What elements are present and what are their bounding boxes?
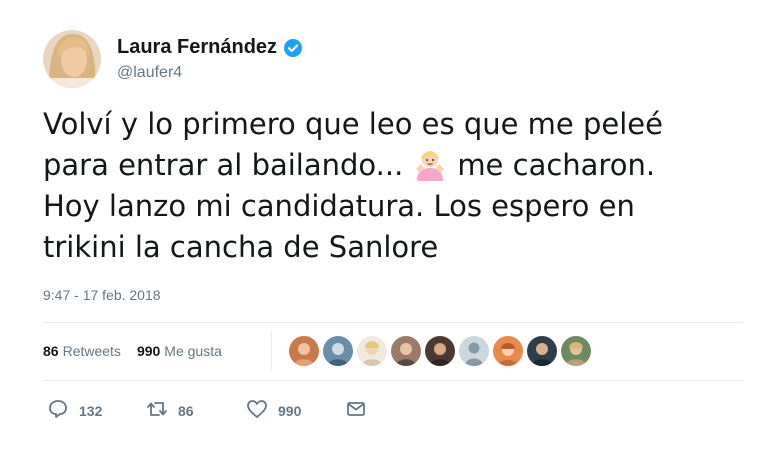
tweet-stats: 86 Retweets 990 Me gusta (43, 343, 222, 359)
liker-avatar[interactable] (425, 336, 455, 366)
like-button[interactable]: 990 (246, 398, 301, 423)
liker-avatars (289, 336, 591, 366)
reply-button[interactable]: 132 (47, 398, 102, 423)
liker-avatar[interactable] (357, 336, 387, 366)
liker-avatar[interactable] (323, 336, 353, 366)
envelope-icon (345, 398, 367, 423)
tweet-text-line: Hoy lanzo mi candidatura. Los espero en (43, 189, 635, 223)
likes-count: 990 (136, 343, 161, 359)
person-shrugging-emoji-icon (413, 147, 447, 181)
reply-count: 132 (79, 402, 103, 419)
liker-avatar[interactable] (527, 336, 557, 366)
heart-icon (246, 398, 268, 423)
tweet-actions: 132 86 990 (43, 398, 463, 422)
divider (43, 322, 743, 323)
tweet-text-fragment: para entrar al bailando... (43, 148, 404, 182)
divider (43, 380, 743, 381)
avatar[interactable] (43, 30, 101, 88)
user-handle[interactable]: @laufer4 (117, 64, 182, 82)
liker-avatar[interactable] (561, 336, 591, 366)
stats-divider (271, 331, 272, 371)
like-count: 990 (278, 402, 302, 419)
display-name[interactable]: Laura Fernández (117, 36, 277, 59)
reply-icon (47, 398, 69, 423)
tweet-text-fragment: me cacharon. (457, 148, 656, 182)
tweet-text-line: Volví y lo primero que leo es que me pel… (43, 107, 663, 141)
liker-avatar[interactable] (391, 336, 421, 366)
likes-stat[interactable]: 990 Me gusta (137, 343, 222, 359)
likes-label: Me gusta (164, 343, 222, 359)
tweet-text-line: trikini la cancha de Sanlore (43, 230, 439, 264)
retweet-count: 86 (178, 402, 194, 419)
verified-badge-icon (283, 38, 303, 58)
retweet-icon (146, 398, 168, 423)
retweets-count: 86 (43, 343, 59, 359)
tweet-text-line: para entrar al bailando... me cacharon. (43, 145, 733, 186)
tweet-card: Laura Fernández @laufer4 Volví y lo prim… (0, 0, 767, 458)
liker-avatar[interactable] (289, 336, 319, 366)
tweet-text: Volví y lo primero que leo es que me pel… (43, 104, 733, 268)
retweets-label: Retweets (62, 343, 121, 359)
tweet-timestamp[interactable]: 9:47 - 17 feb. 2018 (43, 287, 161, 303)
liker-avatar[interactable] (493, 336, 523, 366)
retweet-button[interactable]: 86 (146, 398, 194, 423)
direct-message-button[interactable] (345, 398, 367, 423)
retweets-stat[interactable]: 86 Retweets (43, 343, 121, 359)
liker-avatar[interactable] (459, 336, 489, 366)
